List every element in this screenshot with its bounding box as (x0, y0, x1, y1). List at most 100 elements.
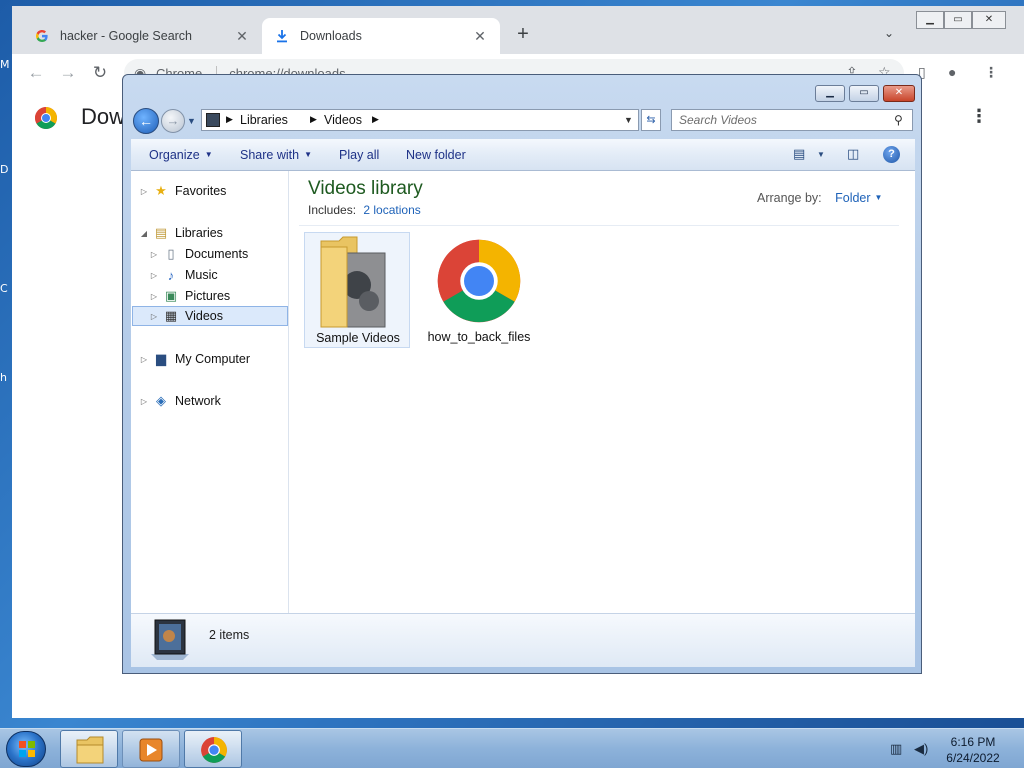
chrome-icon (437, 239, 521, 323)
nav-item-music[interactable]: ▷ ♪ Music (149, 265, 218, 285)
change-view-icon[interactable]: ▤ (793, 146, 805, 162)
play-all-button[interactable]: Play all (339, 148, 379, 162)
start-button[interactable] (6, 731, 46, 767)
expand-arrow-icon[interactable]: ▷ (149, 312, 159, 321)
library-title: Videos library (308, 178, 423, 199)
document-icon: ▯ (167, 246, 175, 261)
network-icon[interactable]: ▥ (890, 741, 902, 757)
volume-icon[interactable]: ◀) (914, 741, 928, 757)
breadcrumb-arrow-icon[interactable]: ▶ (372, 114, 379, 125)
preview-pane-icon[interactable]: ◫ (847, 146, 859, 162)
taskbar-media-player-button[interactable] (122, 730, 180, 768)
nav-item-documents[interactable]: ▷ ▯ Documents (149, 244, 248, 264)
chevron-down-icon: ▼ (304, 150, 312, 159)
close-button[interactable]: ✕ (883, 85, 915, 102)
nav-label: Videos (185, 309, 223, 323)
taskbar-chrome-button[interactable] (184, 730, 242, 768)
tab-downloads[interactable]: Downloads ✕ (262, 18, 500, 54)
expand-arrow-icon[interactable]: ▷ (139, 355, 149, 364)
folder-icon (76, 736, 104, 764)
tab-google-search[interactable]: hacker - Google Search ✕ (22, 18, 262, 54)
breadcrumb-videos[interactable]: Videos (324, 113, 362, 127)
minimize-button[interactable]: ▁ (916, 11, 944, 29)
content-pane: Videos library Includes: 2 locations Arr… (289, 171, 915, 613)
item-count: 2 items (209, 628, 250, 642)
library-icon: ▤ (154, 225, 168, 240)
nav-item-network[interactable]: ▷ ◈ Network (139, 391, 221, 411)
expand-arrow-icon[interactable]: ▷ (149, 271, 159, 280)
forward-arrow-icon[interactable]: → (56, 62, 80, 84)
share-with-button[interactable]: Share with ▼ (240, 148, 312, 162)
expand-arrow-icon[interactable]: ▷ (149, 292, 159, 301)
new-folder-button[interactable]: New folder (406, 148, 466, 162)
breadcrumb-arrow-icon[interactable]: ▶ (226, 114, 233, 125)
nav-item-pictures[interactable]: ▷ ▣ Pictures (149, 286, 230, 306)
close-icon[interactable]: ✕ (472, 28, 488, 45)
close-icon[interactable]: ✕ (234, 28, 250, 45)
nav-item-libraries[interactable]: ◢ ▤ Libraries (139, 223, 223, 243)
breadcrumb-libraries[interactable]: Libraries (240, 113, 288, 127)
nav-label: Libraries (175, 226, 223, 240)
address-bar[interactable]: ▶ Libraries ▶ Videos ▶ ▼ (201, 109, 639, 131)
chrome-tab-strip: hacker - Google Search ✕ Downloads ✕ + ⌄… (12, 6, 1024, 54)
network-icon: ◈ (156, 393, 166, 408)
back-button[interactable]: ← (133, 108, 159, 134)
expand-arrow-icon[interactable]: ▷ (149, 250, 159, 259)
menu-kebab-icon[interactable]: ⋮ (984, 64, 998, 81)
minimize-button[interactable]: ▁ (815, 85, 845, 102)
desktop-edge-letter: M (0, 58, 10, 71)
tab-label: hacker - Google Search (60, 29, 193, 43)
nav-item-my-computer[interactable]: ▷ ▆ My Computer (139, 349, 250, 369)
more-options-icon[interactable]: ⋮ (970, 106, 988, 127)
file-item-how-to-back-files[interactable]: how_to_back_files (426, 232, 532, 348)
reload-icon[interactable]: ↻ (88, 62, 112, 84)
film-strip-icon: ▦ (164, 308, 178, 323)
organize-button[interactable]: Organize ▼ (149, 148, 213, 162)
clock-time: 6:16 PM (950, 735, 996, 749)
back-arrow-icon[interactable]: ← (24, 62, 48, 84)
new-tab-button[interactable]: + (512, 24, 534, 46)
nav-label: My Computer (175, 352, 251, 366)
desktop-edge-letter: D (0, 163, 9, 176)
arrange-value: Folder (835, 191, 871, 205)
maximize-button[interactable]: ▭ (944, 11, 972, 29)
video-library-icon (151, 619, 189, 660)
profile-icon[interactable]: ● (948, 64, 956, 80)
divider (299, 225, 899, 226)
chevron-down-icon[interactable]: ▼ (624, 115, 633, 125)
maximize-button[interactable]: ▭ (849, 85, 879, 102)
nav-item-videos[interactable]: ▷ ▦ Videos (132, 306, 288, 326)
file-item-sample-videos[interactable]: Sample Videos (304, 232, 410, 348)
forward-button[interactable]: → (161, 109, 185, 133)
media-player-icon (139, 738, 163, 762)
nav-label: Favorites (175, 184, 227, 198)
chrome-icon (201, 737, 227, 763)
address-row: ← → ▼ ▶ Libraries ▶ Videos ▶ ▼ ⇆ ⚲ (131, 105, 915, 137)
download-icon (274, 28, 290, 44)
nav-label: Music (185, 268, 218, 282)
expand-arrow-icon[interactable]: ▷ (139, 187, 149, 196)
history-dropdown-icon[interactable]: ▼ (187, 116, 196, 126)
system-clock[interactable]: 6:16 PM 6/24/2022 (944, 734, 1002, 766)
taskbar-explorer-button[interactable] (60, 730, 118, 768)
close-button[interactable]: ✕ (972, 11, 1006, 29)
chevron-down-icon[interactable]: ⌄ (884, 26, 894, 40)
clock-date: 6/24/2022 (946, 751, 1000, 765)
chevron-down-icon[interactable]: ▼ (817, 150, 825, 159)
search-icon[interactable]: ⚲ (894, 113, 903, 127)
breadcrumb-arrow-icon[interactable]: ▶ (310, 114, 317, 125)
nav-item-favorites[interactable]: ▷ ★ Favorites (139, 181, 226, 201)
arrange-dropdown[interactable]: Folder ▼ (835, 191, 882, 205)
chrome-logo-icon (35, 107, 57, 129)
chevron-down-icon: ▼ (874, 193, 883, 202)
windows-logo-icon (19, 741, 35, 757)
nav-label: Documents (185, 247, 249, 261)
music-note-icon: ♪ (167, 267, 175, 283)
collapse-arrow-icon[interactable]: ◢ (139, 229, 149, 238)
locations-link[interactable]: 2 locations (363, 203, 420, 217)
help-icon[interactable]: ? (883, 146, 900, 163)
search-input[interactable] (672, 110, 892, 130)
refresh-button[interactable]: ⇆ (641, 109, 661, 131)
expand-arrow-icon[interactable]: ▷ (139, 397, 149, 406)
file-item-label: Sample Videos (316, 331, 400, 345)
